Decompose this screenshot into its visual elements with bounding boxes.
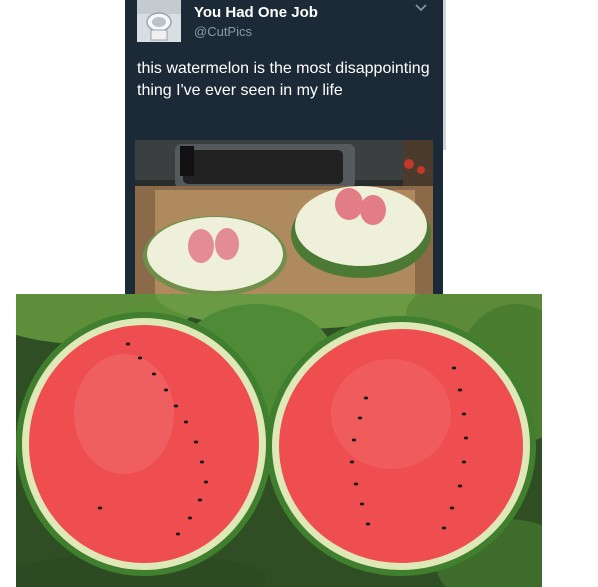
tweet-photo[interactable] [135,140,433,297]
scrollbar[interactable] [443,0,446,150]
watermelon-photo [16,294,542,587]
toilet-avatar-icon[interactable] [137,0,181,42]
tweet-text: this watermelon is the most disappointin… [137,60,430,99]
tweet-card[interactable]: You Had One Job @CutPics this watermelon… [125,0,443,297]
user-handle[interactable]: @CutPics [194,24,252,39]
chevron-down-icon[interactable] [414,2,428,14]
display-name[interactable]: You Had One Job [194,4,318,21]
